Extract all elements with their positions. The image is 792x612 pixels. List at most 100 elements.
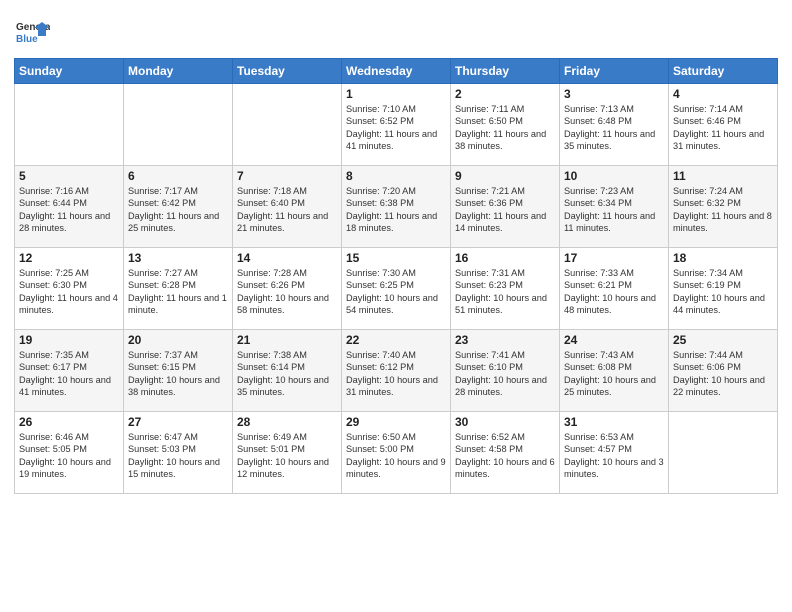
calendar-cell: 30Sunrise: 6:52 AM Sunset: 4:58 PM Dayli… — [451, 412, 560, 494]
day-number: 7 — [237, 169, 337, 183]
calendar-cell: 1 Sunrise: 7:10 AM Sunset: 6:52 PM Daylig… — [342, 84, 451, 166]
calendar-cell: 15 Sunrise: 7:30 AM Sunset: 6:25 PM Dayli… — [342, 248, 451, 330]
day-number: 15 — [346, 251, 446, 265]
col-header-thursday: Thursday — [451, 59, 560, 84]
day-number: 6 — [128, 169, 228, 183]
day-info: Sunrise: 7:11 AM Sunset: 6:50 PM Dayligh… — [455, 103, 555, 153]
calendar-week-4: 19 Sunrise: 7:35 AM Sunset: 6:17 PM Dayli… — [15, 330, 778, 412]
day-info: Sunrise: 7:35 AM Sunset: 6:17 PM Dayligh… — [19, 349, 119, 399]
calendar: SundayMondayTuesdayWednesdayThursdayFrid… — [14, 58, 778, 494]
day-info: Sunrise: 7:31 AM Sunset: 6:23 PM Dayligh… — [455, 267, 555, 317]
day-info: Sunrise: 6:49 AM Sunset: 5:01 PM Dayligh… — [237, 431, 337, 481]
calendar-cell: 4 Sunrise: 7:14 AM Sunset: 6:46 PM Daylig… — [669, 84, 778, 166]
calendar-cell: 19 Sunrise: 7:35 AM Sunset: 6:17 PM Dayli… — [15, 330, 124, 412]
day-info: Sunrise: 7:40 AM Sunset: 6:12 PM Dayligh… — [346, 349, 446, 399]
day-number: 26 — [19, 415, 119, 429]
calendar-week-1: 1 Sunrise: 7:10 AM Sunset: 6:52 PM Daylig… — [15, 84, 778, 166]
calendar-cell: 13 Sunrise: 7:27 AM Sunset: 6:28 PM Dayli… — [124, 248, 233, 330]
day-number: 1 — [346, 87, 446, 101]
col-header-wednesday: Wednesday — [342, 59, 451, 84]
col-header-tuesday: Tuesday — [233, 59, 342, 84]
calendar-cell: 18 Sunrise: 7:34 AM Sunset: 6:19 PM Dayli… — [669, 248, 778, 330]
day-info: Sunrise: 7:24 AM Sunset: 6:32 PM Dayligh… — [673, 185, 773, 235]
svg-text:Blue: Blue — [16, 34, 38, 45]
day-number: 30 — [455, 415, 555, 429]
calendar-cell: 21 Sunrise: 7:38 AM Sunset: 6:14 PM Dayli… — [233, 330, 342, 412]
logo-icon: General Blue — [14, 14, 50, 50]
day-number: 27 — [128, 415, 228, 429]
col-header-sunday: Sunday — [15, 59, 124, 84]
calendar-cell: 17Sunrise: 7:33 AM Sunset: 6:21 PM Dayli… — [560, 248, 669, 330]
calendar-week-5: 26Sunrise: 6:46 AM Sunset: 5:05 PM Dayli… — [15, 412, 778, 494]
day-info: Sunrise: 6:50 AM Sunset: 5:00 PM Dayligh… — [346, 431, 446, 481]
col-header-friday: Friday — [560, 59, 669, 84]
calendar-cell: 29Sunrise: 6:50 AM Sunset: 5:00 PM Dayli… — [342, 412, 451, 494]
calendar-cell: 12 Sunrise: 7:25 AM Sunset: 6:30 PM Dayli… — [15, 248, 124, 330]
col-header-saturday: Saturday — [669, 59, 778, 84]
day-info: Sunrise: 7:28 AM Sunset: 6:26 PM Dayligh… — [237, 267, 337, 317]
day-number: 20 — [128, 333, 228, 347]
day-info: Sunrise: 7:27 AM Sunset: 6:28 PM Dayligh… — [128, 267, 228, 317]
calendar-cell: 31 Sunrise: 6:53 AM Sunset: 4:57 PM Dayli… — [560, 412, 669, 494]
day-info: Sunrise: 7:34 AM Sunset: 6:19 PM Dayligh… — [673, 267, 773, 317]
day-info: Sunrise: 7:37 AM Sunset: 6:15 PM Dayligh… — [128, 349, 228, 399]
day-info: Sunrise: 7:14 AM Sunset: 6:46 PM Dayligh… — [673, 103, 773, 153]
calendar-cell: 24 Sunrise: 7:43 AM Sunset: 6:08 PM Dayli… — [560, 330, 669, 412]
day-info: Sunrise: 7:23 AM Sunset: 6:34 PM Dayligh… — [564, 185, 664, 235]
day-number: 13 — [128, 251, 228, 265]
day-number: 18 — [673, 251, 773, 265]
day-number: 11 — [673, 169, 773, 183]
calendar-cell: 3 Sunrise: 7:13 AM Sunset: 6:48 PM Daylig… — [560, 84, 669, 166]
day-number: 2 — [455, 87, 555, 101]
calendar-cell: 6 Sunrise: 7:17 AM Sunset: 6:42 PM Daylig… — [124, 166, 233, 248]
day-number: 19 — [19, 333, 119, 347]
calendar-cell — [124, 84, 233, 166]
calendar-cell: 20 Sunrise: 7:37 AM Sunset: 6:15 PM Dayli… — [124, 330, 233, 412]
day-number: 31 — [564, 415, 664, 429]
calendar-week-3: 12 Sunrise: 7:25 AM Sunset: 6:30 PM Dayli… — [15, 248, 778, 330]
calendar-cell: 11 Sunrise: 7:24 AM Sunset: 6:32 PM Dayli… — [669, 166, 778, 248]
header: General Blue — [14, 10, 778, 50]
logo: General Blue — [14, 14, 54, 50]
day-info: Sunrise: 7:10 AM Sunset: 6:52 PM Dayligh… — [346, 103, 446, 153]
day-info: Sunrise: 7:43 AM Sunset: 6:08 PM Dayligh… — [564, 349, 664, 399]
day-number: 4 — [673, 87, 773, 101]
day-info: Sunrise: 7:13 AM Sunset: 6:48 PM Dayligh… — [564, 103, 664, 153]
calendar-cell — [233, 84, 342, 166]
day-number: 3 — [564, 87, 664, 101]
calendar-cell: 23 Sunrise: 7:41 AM Sunset: 6:10 PM Dayli… — [451, 330, 560, 412]
day-number: 17 — [564, 251, 664, 265]
calendar-cell: 7Sunrise: 7:18 AM Sunset: 6:40 PM Daylig… — [233, 166, 342, 248]
day-info: Sunrise: 6:53 AM Sunset: 4:57 PM Dayligh… — [564, 431, 664, 481]
calendar-cell: 28 Sunrise: 6:49 AM Sunset: 5:01 PM Dayli… — [233, 412, 342, 494]
day-number: 21 — [237, 333, 337, 347]
day-info: Sunrise: 7:17 AM Sunset: 6:42 PM Dayligh… — [128, 185, 228, 235]
calendar-cell: 10 Sunrise: 7:23 AM Sunset: 6:34 PM Dayli… — [560, 166, 669, 248]
day-number: 10 — [564, 169, 664, 183]
day-info: Sunrise: 7:25 AM Sunset: 6:30 PM Dayligh… — [19, 267, 119, 317]
day-info: Sunrise: 7:41 AM Sunset: 6:10 PM Dayligh… — [455, 349, 555, 399]
day-number: 28 — [237, 415, 337, 429]
calendar-cell: 25Sunrise: 7:44 AM Sunset: 6:06 PM Dayli… — [669, 330, 778, 412]
day-number: 5 — [19, 169, 119, 183]
calendar-cell: 2 Sunrise: 7:11 AM Sunset: 6:50 PM Daylig… — [451, 84, 560, 166]
day-number: 12 — [19, 251, 119, 265]
day-number: 24 — [564, 333, 664, 347]
day-info: Sunrise: 7:16 AM Sunset: 6:44 PM Dayligh… — [19, 185, 119, 235]
calendar-cell: 14 Sunrise: 7:28 AM Sunset: 6:26 PM Dayli… — [233, 248, 342, 330]
day-number: 9 — [455, 169, 555, 183]
day-info: Sunrise: 7:44 AM Sunset: 6:06 PM Dayligh… — [673, 349, 773, 399]
day-info: Sunrise: 7:30 AM Sunset: 6:25 PM Dayligh… — [346, 267, 446, 317]
day-number: 14 — [237, 251, 337, 265]
calendar-cell: 9Sunrise: 7:21 AM Sunset: 6:36 PM Daylig… — [451, 166, 560, 248]
calendar-week-2: 5 Sunrise: 7:16 AM Sunset: 6:44 PM Daylig… — [15, 166, 778, 248]
calendar-cell: 22Sunrise: 7:40 AM Sunset: 6:12 PM Dayli… — [342, 330, 451, 412]
day-number: 23 — [455, 333, 555, 347]
day-info: Sunrise: 7:38 AM Sunset: 6:14 PM Dayligh… — [237, 349, 337, 399]
calendar-header-row: SundayMondayTuesdayWednesdayThursdayFrid… — [15, 59, 778, 84]
day-number: 16 — [455, 251, 555, 265]
calendar-cell: 16 Sunrise: 7:31 AM Sunset: 6:23 PM Dayli… — [451, 248, 560, 330]
calendar-cell: 27Sunrise: 6:47 AM Sunset: 5:03 PM Dayli… — [124, 412, 233, 494]
calendar-cell: 8Sunrise: 7:20 AM Sunset: 6:38 PM Daylig… — [342, 166, 451, 248]
calendar-cell — [669, 412, 778, 494]
